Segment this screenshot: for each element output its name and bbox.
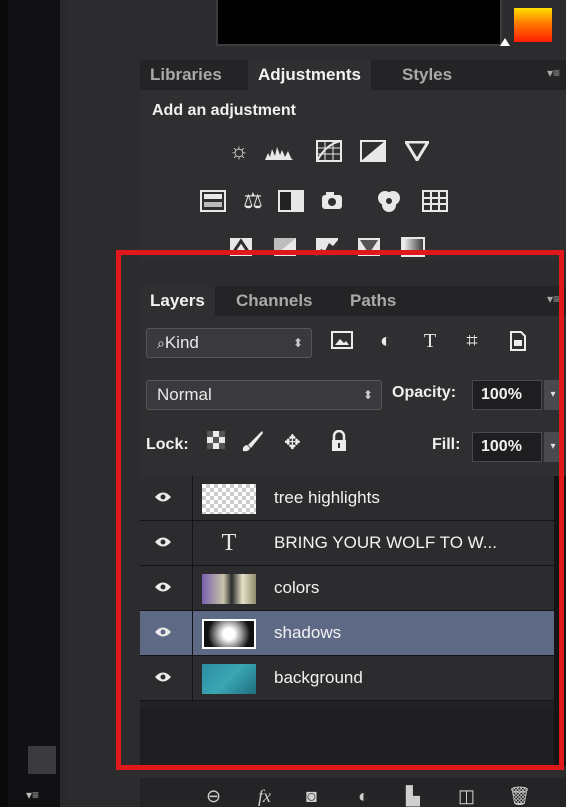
warning-triangle-icon <box>500 38 510 46</box>
panel-menu-icon[interactable]: ▾≡ <box>547 66 560 80</box>
hue-saturation-icon[interactable] <box>198 188 228 214</box>
brightness-contrast-icon[interactable]: ☼ <box>224 138 254 164</box>
color-swatch[interactable] <box>514 8 552 42</box>
add-mask-icon[interactable]: ◙ <box>306 786 317 807</box>
color-balance-icon[interactable]: ⚖ <box>238 188 268 214</box>
fx-icon[interactable]: fx <box>258 786 271 807</box>
levels-icon[interactable] <box>264 138 294 164</box>
left-dock <box>0 0 66 807</box>
layers-bottom-toolbar <box>140 778 566 807</box>
collapsed-panel-icon[interactable] <box>28 746 56 774</box>
photo-filter-icon[interactable] <box>318 188 348 214</box>
new-group-icon[interactable]: ▙ <box>406 786 420 807</box>
black-white-icon[interactable] <box>276 188 306 214</box>
dock-edge <box>0 0 8 807</box>
color-lookup-icon[interactable] <box>420 188 450 214</box>
highlight-box <box>116 250 564 770</box>
delete-layer-icon[interactable]: 🗑 <box>508 786 531 807</box>
new-adjustment-layer-icon[interactable]: ◐ <box>358 786 369 807</box>
dock-menu-icon[interactable]: ▾≡ <box>26 788 39 802</box>
navigator-preview <box>216 0 502 46</box>
link-layers-icon[interactable]: ⊖ <box>206 786 221 807</box>
exposure-icon[interactable] <box>358 138 388 164</box>
channel-mixer-icon[interactable] <box>374 188 404 214</box>
vibrance-icon[interactable] <box>402 138 432 164</box>
tab-libraries[interactable]: Libraries <box>140 60 232 90</box>
adjustments-tab-bar: Libraries Adjustments Styles ▾≡ <box>140 60 566 90</box>
tab-styles[interactable]: Styles <box>392 60 462 90</box>
adjustments-title: Add an adjustment <box>152 102 297 119</box>
tab-adjustments[interactable]: Adjustments <box>248 60 371 90</box>
curves-icon[interactable] <box>314 138 344 164</box>
new-layer-icon[interactable]: ◫ <box>458 786 475 807</box>
